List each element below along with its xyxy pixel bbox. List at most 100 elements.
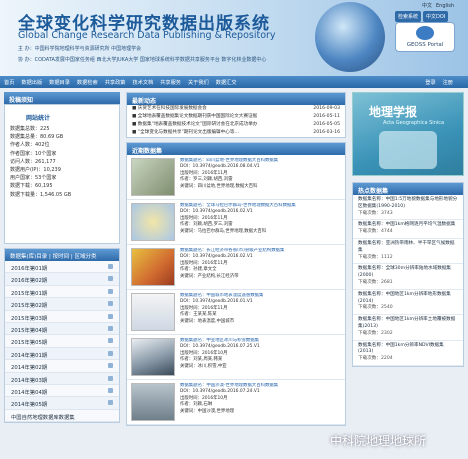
login-link[interactable]: 登录 [425,79,435,86]
dataset-item[interactable]: 数据集题名：中国沙漠-世界地理数据大百科数据集 DOI：10.3974/geodb… [127,380,345,425]
recent-datasets-box: 近期数据集 数据集题名：四川盆地-世界地理数据大百科数据集 DOI：10.3974… [126,142,346,426]
stat-author-countries: 作者国家：10个国家 [10,150,57,157]
issue-item[interactable]: 2015年第02期 [5,298,119,311]
journal-banner[interactable]: 地理学报 Acta Geographica Sinica [352,92,464,176]
issue-item[interactable]: 2014年第02期 [5,360,119,373]
dataset-item[interactable]: 数据集题名：中亚地区冰川与积雪数据集 DOI：10.3974/geodb.2016… [127,335,345,380]
geoss-label: GEOSS Portal [406,42,444,48]
hot-item[interactable]: 数据集名称：全球30m分辨率陆地水域数据集(2000) 下载次数：2681 [353,264,463,290]
expand-icon [108,288,113,294]
globe-image [315,2,385,72]
hot-downloads: 下载次数：2540 [358,305,393,311]
expand-icon [108,301,113,307]
hot-datasets-box: 热点数据集 数据集名称：中国1:5万地貌数据集与地形地貌分区数据集(1990-2… [352,182,464,367]
issue-item[interactable]: 2016年第02期 [5,273,119,286]
site-header: 全球变化科学研究数据出版系统 Global Change Research Da… [0,0,468,76]
hot-item[interactable]: 数据集名称：中国地区1km分辨率地形数据集(2014) 下载次数：2540 [353,290,463,316]
expand-icon [108,276,113,282]
doi-tab[interactable]: 中文DOI [423,11,449,22]
nav-item-home[interactable]: 首页 [4,79,14,86]
hot-datasets-header: 热点数据集 [353,183,463,195]
hot-downloads: 下载次数：1112 [358,254,393,260]
stat-datasets: 数据集总数：225 [10,126,50,132]
issue-item[interactable]: 2015年第03期 [5,310,119,323]
issue-item[interactable]: 2015年第05期 [5,335,119,348]
journal-title: 地理学报 [369,105,418,119]
issue-item[interactable]: 2014年第04期 [5,384,119,398]
hot-item[interactable]: 数据集名称：中国地区1km分辨率土地覆被数据集(2013) 下载次数：2302 [353,315,463,341]
hot-item[interactable]: 数据集名称：中国1km格网逐月平均气温数据集 下载次数：4744 [353,220,463,239]
hot-item[interactable]: 数据集名称：亚洲热带雨林、半干旱区气候数据集 下载次数：1112 [353,239,463,265]
dataset-item[interactable]: 数据集题名：长江经济带各省(市)县级产业结构数据集 DOI：10.3974/geo… [127,245,345,290]
nav-item-search[interactable]: 数据检索 [77,79,98,86]
issue-item[interactable]: 2014年第03期 [5,372,119,385]
dataset-keywords: 关键词：四川盆地,世界地理,数据大百科 [180,183,258,189]
dataset-keywords: 关键词：中国沙漠,世界地理 [180,408,235,414]
issue-label: 2014年第05期 [11,402,48,409]
issue-label: 2014年第01期 [11,352,48,359]
hot-title: 数据集名称：中国1km分辨率NDVI数据集(2013) [358,342,444,355]
nav-item-docs[interactable]: 技术文档 [132,79,153,86]
hot-downloads: 下载次数：3743 [358,210,393,216]
nav-item-service[interactable]: 共享服务 [160,79,181,86]
hot-title: 数据集名称：亚洲热带雨林、半干旱区气候数据集 [358,240,455,253]
news-title: ■ “全球变化与数据共享”期刊论文出版编辑中心等… [132,130,240,135]
issue-item[interactable]: 2015年第04期 [5,322,119,336]
news-title: ■ 庆贺艺术在科技国际发展数据会会 [132,106,207,111]
journal-subtitle: Acta Geographica Sinica [383,120,445,126]
news-item[interactable]: ■ 庆贺艺术在科技国际发展数据会会 2016-09-03 [127,105,345,113]
nav-item-publish[interactable]: 数据出版 [21,79,42,86]
issue-label: 2014年第02期 [11,365,48,372]
dataset-item[interactable]: 数据集题名：四川盆地-世界地理数据大百科数据集 DOI：10.3974/geodb… [127,155,345,200]
recent-datasets-header: 近期数据集 [127,143,345,155]
dataset-doi: DOI：10.3974/geodb.2016.07.25.V1 [180,344,260,350]
lang-en-link[interactable]: English [436,3,454,9]
hot-downloads: 下载次数：2302 [358,330,393,336]
issue-item[interactable]: 2014年第01期 [5,347,119,361]
site-stats-box: 网站统计 数据集总数：225 数据集总量：80.69 GB 作者人数：402位 … [4,104,120,244]
right-sidebar: 地理学报 Acta Geographica Sinica 热点数据集 数据集名称… [352,92,464,459]
site-title-en: Global Change Research Data Publishing &… [18,30,276,41]
sponsor-line: 主 办：中国科学院地理科学与资源研究所 中国地理学会 [18,46,142,52]
hot-title: 数据集名称：中国1:5万地貌数据集与地形地貌分区数据集(1990-2010) [358,197,458,209]
nav-item-catalog[interactable]: 数据目录 [49,79,70,86]
issue-label: 2014年第03期 [11,377,48,384]
stat-download-volume: 数据下载量：1,546.05 GB [10,191,72,198]
issue-item[interactable]: 2016年第01期 [5,261,119,274]
nav-item-policy[interactable]: 共享政策 [105,79,126,86]
search-system-tab[interactable]: 检索系统 [395,11,422,22]
stat-visitors: 访问人数：261,177 [10,158,56,165]
register-link[interactable]: 注册 [443,79,453,86]
issue-label: 2014年第04期 [11,389,48,396]
main-column: 最新动态 ■ 庆贺艺术在科技国际发展数据会会 2016-09-03 ■ 全球地表覆… [126,92,346,459]
lang-cn-link[interactable]: 中文 [422,3,432,9]
nav-item-submit[interactable]: 数据汇交 [216,79,237,86]
dataset-item[interactable]: 数据集题名：全球马拉巴尔群岛-世界地理数据大百科数据集 DOI：10.3974/g… [127,200,345,245]
db-footer-label: 中国自然地理数据库数据集 [11,414,75,421]
issue-label: 2015年第04期 [11,327,48,334]
db-footer-link[interactable]: 中国自然地理数据库数据集 [5,409,119,423]
stat-authors: 作者人数：402位 [10,142,50,149]
geoss-portal-link[interactable]: GEOSS Portal [395,22,455,52]
nav-item-about[interactable]: 关于我们 [188,79,209,86]
dataset-item[interactable]: 数据集题名：中国城市地表温度遥感数据集 DOI：10.3974/geodb.201… [127,290,345,335]
expand-icon [108,400,113,406]
hot-item[interactable]: 数据集名称：中国1km分辨率NDVI数据集(2013) 下载次数：2204 [353,341,463,366]
news-item[interactable]: ■ 数据集“地表覆盖数据技术论文”国际研讨会在北京成功举办 2016-05-05 [127,121,345,129]
issue-item[interactable]: 2014年第05期 [5,397,119,410]
dataset-thumbnail [131,293,175,331]
dataset-thumbnail [131,383,175,421]
news-date: 2016-03-16 [313,130,340,135]
hot-downloads: 下载次数：4744 [358,229,393,235]
hot-item[interactable]: 数据集名称：中国1:5万地貌数据集与地形地貌分区数据集(1990-2010) 下载… [353,195,463,221]
news-item[interactable]: ■ 全球地表覆盖数据集论文数据期刊获中国国际论文大赛证据 2016-05-11 [127,113,345,121]
language-switch: 中文 English [418,2,454,9]
issue-item[interactable]: 2015年第01期 [5,285,119,299]
issue-label: 2016年第01期 [11,266,48,272]
stat-users: 数据用户(IP)：10,239 [10,167,61,174]
expand-icon [108,338,113,344]
watermark: 中科院地理地球所 [330,434,427,448]
submission-guide-button[interactable]: 投稿须知 [4,92,120,104]
news-item[interactable]: ■ “全球变化与数据共享”期刊论文出版编辑中心等… 2016-03-16 [127,129,345,137]
dataset-thumbnail [131,158,175,196]
